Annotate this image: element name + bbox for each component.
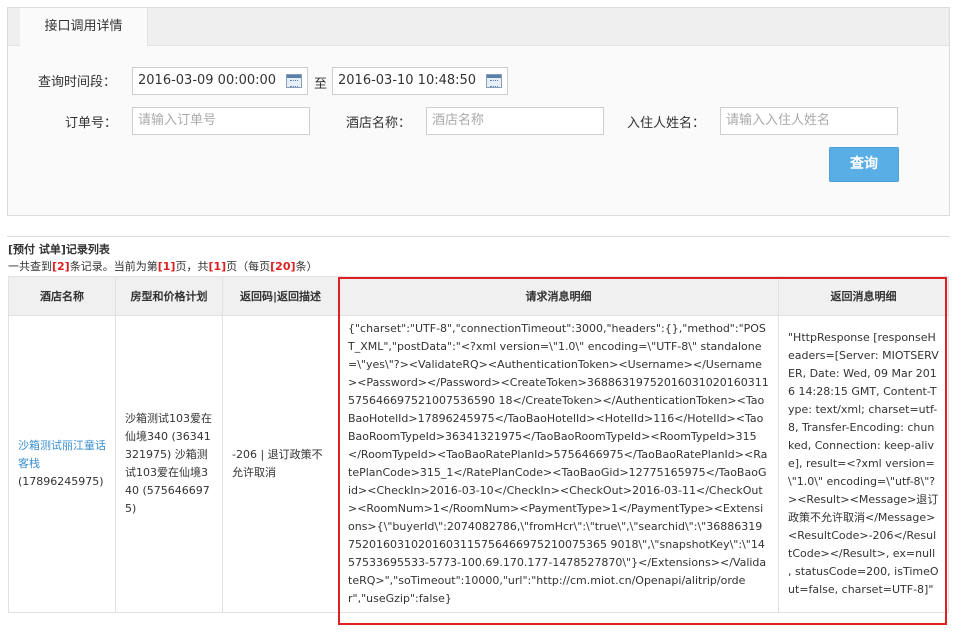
query-button[interactable]: 查询 bbox=[829, 147, 899, 182]
calendar-icon[interactable] bbox=[486, 74, 502, 88]
summary-text: 条） bbox=[295, 260, 318, 273]
total-count: [2] bbox=[52, 260, 70, 273]
list-title: [预付 试单]记录列表 bbox=[8, 243, 110, 256]
calendar-icon[interactable] bbox=[286, 74, 302, 88]
col-return-code: 返回码|返回描述 bbox=[222, 276, 339, 316]
hotel-name-link[interactable]: 沙箱测试丽江童话客栈 bbox=[18, 439, 106, 470]
return-code-cell: -206 | 退订政策不允许取消 bbox=[222, 315, 339, 613]
list-summary: 一共查到[2]条记录。当前为第[1]页，共[1]页（每页[20]条） bbox=[8, 258, 318, 274]
end-time-value: 2016-03-10 10:48:50 bbox=[338, 73, 477, 88]
summary-text: 条记录。当前为第 bbox=[69, 260, 158, 273]
to-label: 至 bbox=[314, 77, 328, 92]
page-count: [1] bbox=[208, 260, 227, 273]
order-label: 订单号： bbox=[65, 116, 118, 131]
summary-text: 页，共 bbox=[175, 260, 209, 273]
order-number-input[interactable]: 请输入订单号 bbox=[132, 107, 310, 135]
divider bbox=[7, 236, 950, 237]
request-detail-cell: {"charset":"UTF-8","connectionTimeout":3… bbox=[338, 315, 779, 613]
time-range-label: 查询时间段： bbox=[38, 75, 117, 90]
guest-name-input[interactable]: 请输入入住人姓名 bbox=[720, 107, 898, 135]
hotel-cell: 沙箱测试丽江童话客栈 (17896245975) bbox=[8, 315, 116, 613]
summary-text: 一共查到 bbox=[8, 260, 52, 273]
tab-interface-call-details[interactable]: 接口调用详情 bbox=[20, 8, 148, 46]
end-time-field[interactable]: 2016-03-10 10:48:50 bbox=[332, 67, 508, 95]
hotel-id: (17896245975) bbox=[18, 475, 104, 488]
col-response-detail: 返回消息明细 bbox=[778, 276, 949, 316]
start-time-field[interactable]: 2016-03-09 00:00:00 bbox=[132, 67, 308, 95]
hotel-name-label: 酒店名称： bbox=[346, 116, 412, 131]
col-request-detail: 请求消息明细 bbox=[338, 276, 779, 316]
summary-text: 页（每页 bbox=[226, 260, 271, 273]
col-room-plan: 房型和价格计划 bbox=[115, 276, 223, 316]
current-page: [1] bbox=[157, 260, 176, 273]
table-row: 沙箱测试丽江童话客栈 (17896245975) 沙箱测试103爱在仙境340 … bbox=[8, 315, 949, 613]
table-header-row: 酒店名称 房型和价格计划 返回码|返回描述 请求消息明细 返回消息明细 bbox=[8, 276, 949, 316]
col-hotel-name: 酒店名称 bbox=[8, 276, 116, 316]
response-detail-cell: "HttpResponse [responseHeaders=[Server: … bbox=[778, 315, 949, 613]
tab-bar: 接口调用详情 bbox=[8, 8, 949, 46]
guest-name-label: 入住人姓名： bbox=[627, 116, 706, 131]
room-plan-cell: 沙箱测试103爱在仙境340 (36341321975) 沙箱测试103爱在仙境… bbox=[115, 315, 223, 613]
per-page: [20] bbox=[270, 260, 296, 273]
records-table: 酒店名称 房型和价格计划 返回码|返回描述 请求消息明细 返回消息明细 沙箱测试… bbox=[8, 276, 949, 613]
hotel-name-input[interactable]: 酒店名称 bbox=[426, 107, 604, 135]
start-time-value: 2016-03-09 00:00:00 bbox=[138, 73, 277, 88]
